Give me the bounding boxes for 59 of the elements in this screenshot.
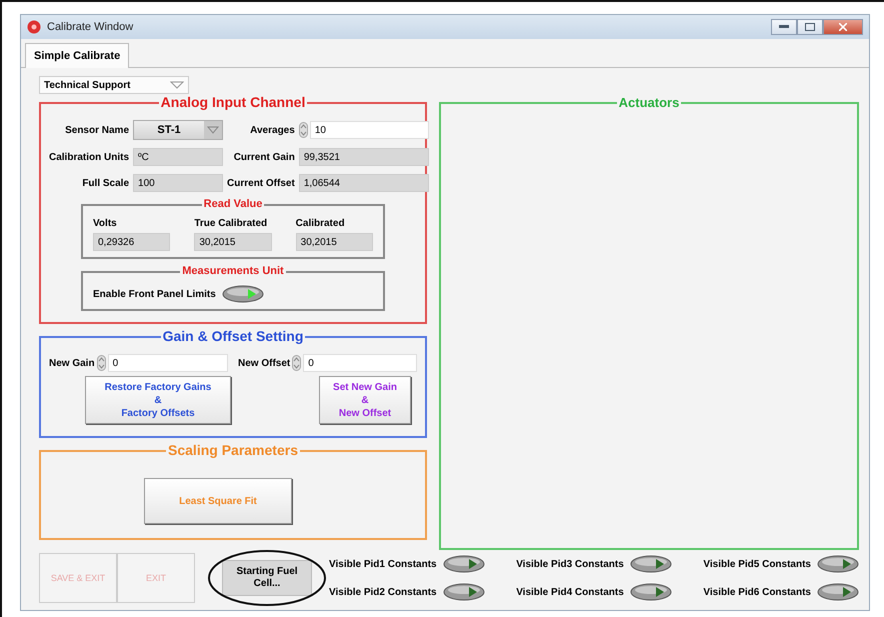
toggle-label: Visible Pid1 Constants: [329, 558, 437, 570]
toggle-label: Visible Pid5 Constants: [703, 558, 811, 570]
toggle-label: Visible Pid2 Constants: [329, 586, 437, 598]
close-icon: [839, 23, 847, 31]
averages-field[interactable]: 10: [310, 121, 429, 139]
start-button[interactable]: Starting Fuel Cell...: [222, 560, 312, 596]
panel-title: Read Value: [202, 198, 264, 210]
value-field: 30,2015: [194, 233, 272, 251]
units-field: ºC: [133, 148, 224, 166]
minimize-button[interactable]: [771, 19, 797, 35]
field-label: New Gain: [49, 358, 95, 368]
toggle-label: Visible Pid6 Constants: [703, 586, 811, 598]
value-field: 30,2015: [296, 233, 373, 251]
toggle-label: Enable Front Panel Limits: [93, 288, 216, 300]
field-label: Averages: [249, 124, 295, 136]
caret-icon: [170, 80, 184, 90]
maximize-icon: [805, 23, 815, 31]
toggle-switch[interactable]: [442, 555, 485, 573]
toggle-switch[interactable]: [817, 583, 859, 601]
field-label: Current Offset: [227, 178, 295, 188]
toggle-label: Visible Pid4 Constants: [516, 586, 624, 598]
field-label: Sensor Name: [64, 124, 130, 136]
field-label: New Offset: [238, 358, 290, 368]
sensor-select[interactable]: ST-1: [133, 120, 224, 140]
panel-title: Measurements Unit: [180, 264, 286, 276]
close-button[interactable]: [823, 19, 863, 35]
field-label: Full Scale: [81, 178, 130, 188]
value-field: 0,29326: [93, 233, 170, 251]
field-label: True Calibrated: [194, 218, 268, 229]
toggle-switch[interactable]: [442, 583, 485, 601]
minimize-icon: [779, 25, 789, 29]
gain-field: 99,3521: [298, 148, 429, 166]
spinner-icon[interactable]: [96, 355, 106, 371]
scale-field: 100: [133, 174, 224, 192]
field-label: Calibrated: [296, 218, 346, 229]
action-button[interactable]: Restore Factory Gains & Factory Offsets: [85, 376, 231, 424]
action-button[interactable]: Set New Gain & New Offset: [319, 376, 411, 424]
spinner-icon[interactable]: [292, 355, 302, 371]
mode-dropdown[interactable]: Technical Support: [39, 76, 189, 94]
tab[interactable]: Simple Calibrate: [25, 43, 130, 68]
maximize-button[interactable]: [797, 19, 823, 35]
toggle-switch[interactable]: [630, 583, 672, 601]
field-label: Volts: [93, 218, 118, 229]
caret-icon: [204, 121, 222, 139]
panel-title: Scaling Parameters: [166, 442, 300, 458]
new-offset-field[interactable]: 0: [303, 354, 417, 372]
toggle-switch[interactable]: [630, 555, 672, 573]
panel-title: Gain & Offset Setting: [160, 328, 306, 344]
spinner-icon[interactable]: [298, 122, 308, 138]
toggle-switch[interactable]: [222, 285, 264, 303]
window-title: Calibrate Window: [47, 21, 134, 33]
new-gain-field[interactable]: 0: [108, 354, 228, 372]
toggle-switch[interactable]: [817, 555, 859, 573]
field-label: Current Gain: [232, 152, 295, 162]
offset-field: 1,06544: [298, 174, 429, 192]
toggle-label: Visible Pid3 Constants: [516, 558, 624, 570]
panel-title: Analog Input Channel: [158, 94, 308, 110]
field-label: Calibration Units: [49, 152, 130, 162]
app-icon: [27, 20, 41, 34]
